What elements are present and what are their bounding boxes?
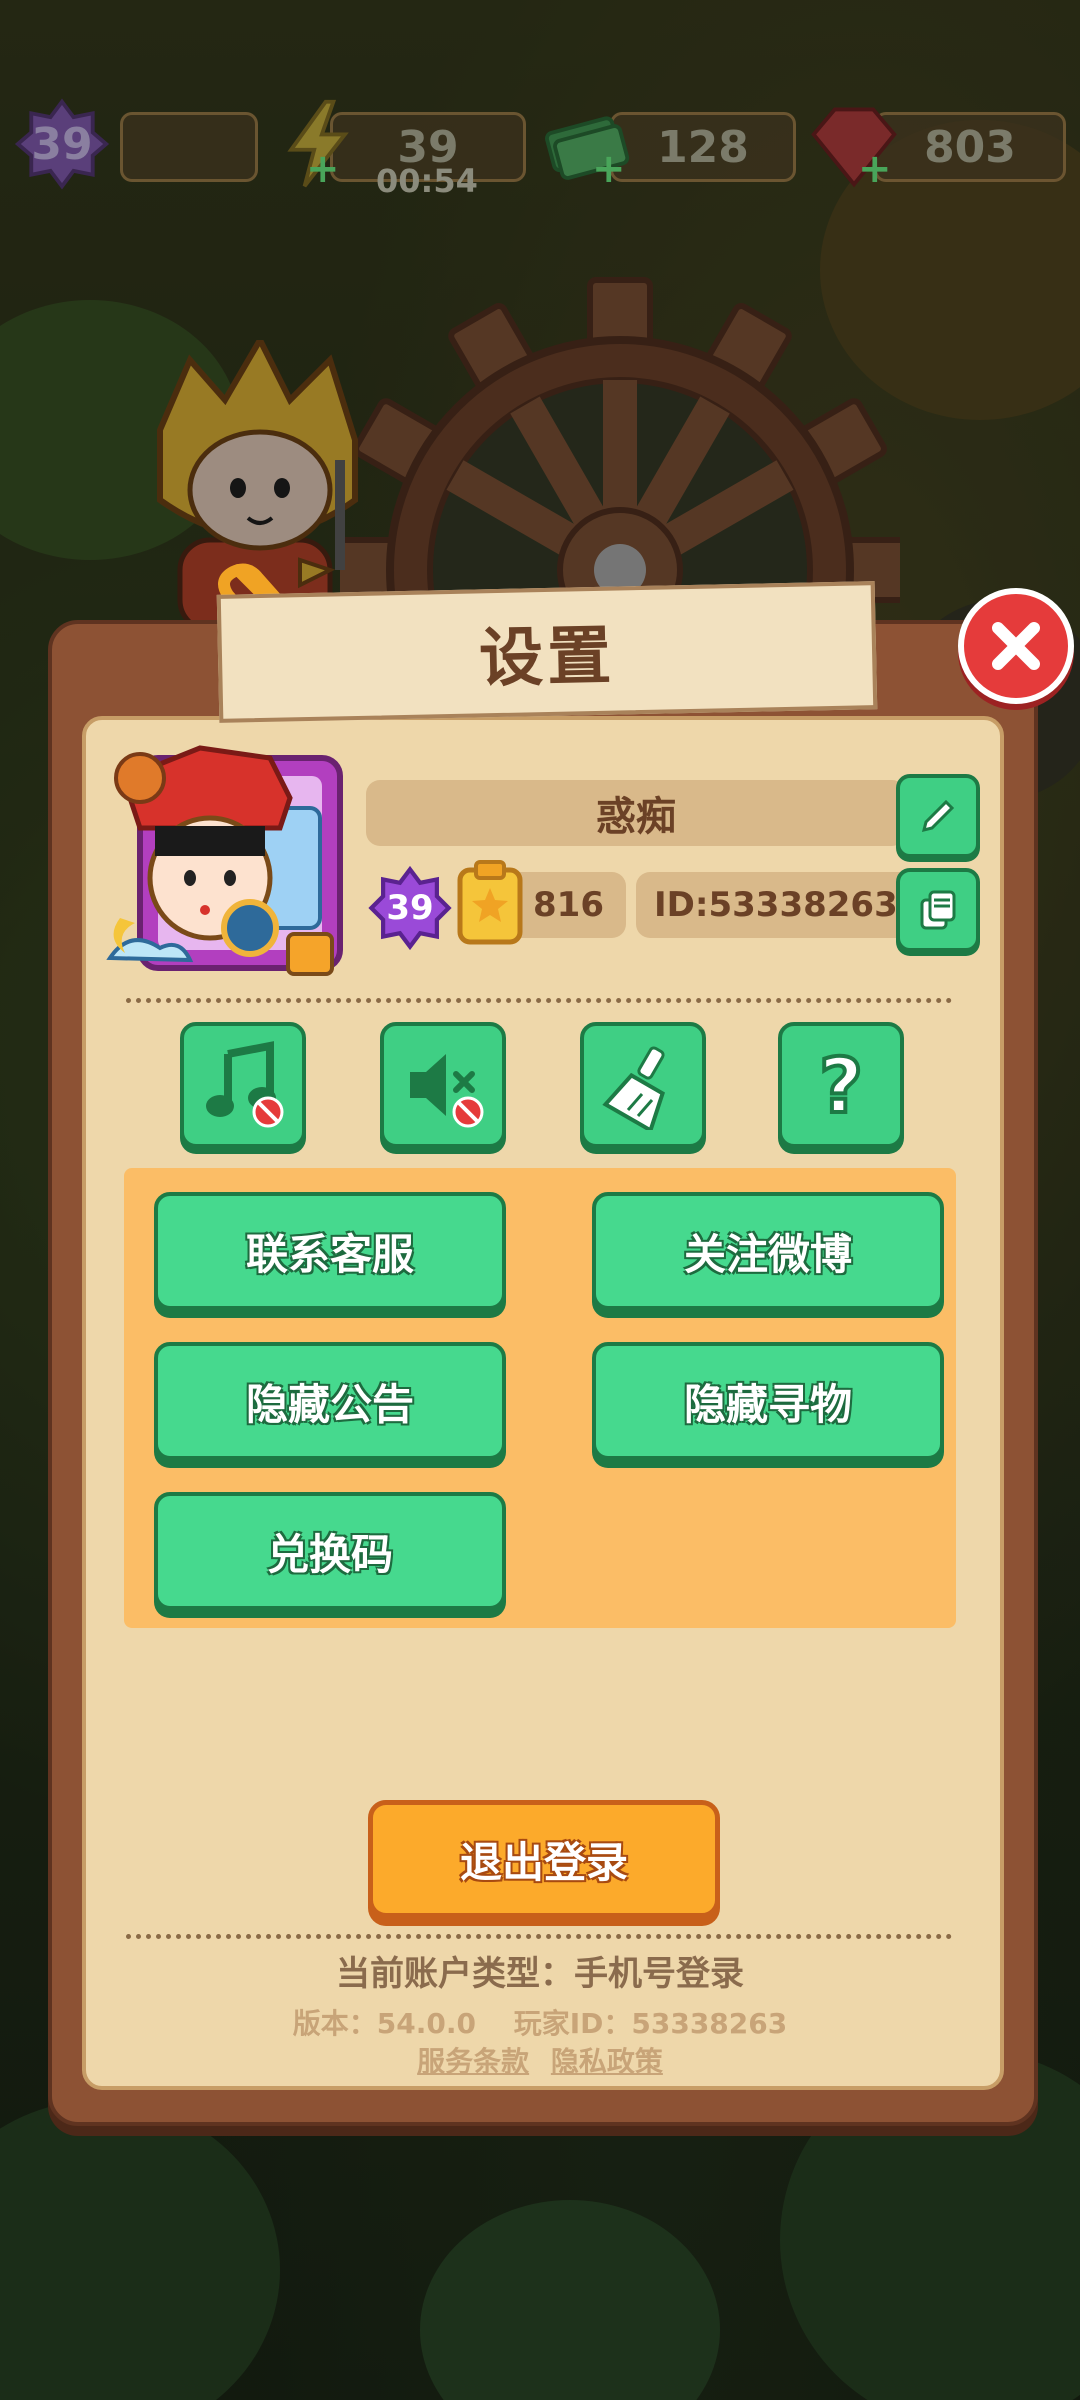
player-avatar[interactable] xyxy=(100,738,350,978)
energy-timer: 00:54 xyxy=(376,162,478,200)
divider xyxy=(126,1934,952,1939)
hide-search-button[interactable]: 隐藏寻物 xyxy=(592,1342,944,1460)
player-level-badge: 39 xyxy=(368,866,452,950)
star-clipboard-icon xyxy=(457,860,523,945)
contact-support-button[interactable]: 联系客服 xyxy=(154,1192,506,1310)
hud-cash-value: 128 xyxy=(610,112,796,182)
speaker-muted-icon xyxy=(410,1054,484,1128)
music-toggle-button[interactable] xyxy=(180,1022,306,1148)
version-text: 版本：54.0.0 xyxy=(292,2007,476,2040)
copy-id-button[interactable] xyxy=(896,868,980,952)
add-cash-button[interactable]: + xyxy=(592,146,626,192)
player-level: 39 xyxy=(386,888,434,928)
footer-player-id: 玩家ID：53338263 xyxy=(513,2007,788,2040)
privacy-policy-link[interactable]: 隐私政策 xyxy=(551,2045,663,2078)
account-type-text: 当前账户类型：手机号登录 xyxy=(336,1954,744,1994)
dialog-title-banner: 设置 xyxy=(216,581,878,723)
add-gems-button[interactable]: + xyxy=(858,146,892,192)
follow-weibo-button[interactable]: 关注微博 xyxy=(592,1192,944,1310)
copy-icon xyxy=(920,890,956,930)
edit-name-button[interactable] xyxy=(896,774,980,858)
music-note-muted-icon xyxy=(206,1041,284,1128)
hide-announcement-button[interactable]: 隐藏公告 xyxy=(154,1342,506,1460)
version-info: 版本：54.0.0 玩家ID：53338263 xyxy=(0,2002,1080,2042)
logout-button[interactable]: 退出登录 xyxy=(368,1800,720,1918)
divider xyxy=(126,998,952,1003)
hud-level-value: 39 xyxy=(31,118,93,170)
sound-toggle-button[interactable] xyxy=(380,1022,506,1148)
help-button[interactable]: ? xyxy=(778,1022,904,1148)
player-id: ID:53338263 xyxy=(636,872,926,938)
broom-icon xyxy=(602,1046,665,1130)
pencil-icon xyxy=(921,799,955,833)
clear-cache-button[interactable] xyxy=(580,1022,706,1148)
redeem-code-button[interactable]: 兑换码 xyxy=(154,1492,506,1610)
close-icon xyxy=(992,622,1040,670)
hud-gems-value: 803 xyxy=(874,112,1066,182)
hud-exp-bar xyxy=(120,112,258,182)
terms-of-service-link[interactable]: 服务条款 xyxy=(417,2045,529,2078)
close-button[interactable] xyxy=(958,588,1074,704)
svg-text:?: ? xyxy=(819,1041,863,1130)
player-name: 惑痴 xyxy=(366,780,906,846)
dialog-title: 设置 xyxy=(478,619,616,697)
question-icon: ? xyxy=(817,1040,865,1130)
legal-links: 服务条款 隐私政策 xyxy=(0,2040,1080,2080)
add-energy-button[interactable]: + xyxy=(306,146,340,192)
